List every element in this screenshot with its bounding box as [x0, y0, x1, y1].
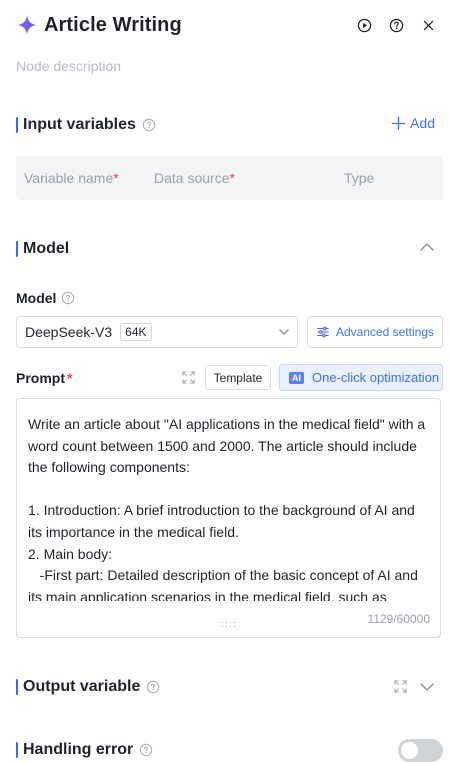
chevron-down-icon	[279, 328, 289, 336]
section-accent-bar	[16, 241, 18, 257]
section-accent-bar	[16, 742, 18, 758]
chevron-up-icon[interactable]	[419, 241, 435, 253]
prompt-text[interactable]: Write an article about "AI applications …	[28, 414, 428, 601]
close-icon[interactable]	[419, 16, 437, 34]
chevron-down-icon[interactable]	[419, 681, 435, 693]
context-length-badge: 64K	[120, 323, 152, 341]
output-variable-actions	[394, 680, 435, 693]
plus-icon	[391, 116, 406, 131]
column-type: Type	[344, 170, 375, 186]
input-variables-section-title: Input variables	[16, 116, 156, 134]
add-variable-button[interactable]: Add	[391, 115, 435, 131]
add-variable-label: Add	[410, 115, 435, 131]
advanced-settings-button[interactable]: Advanced settings	[307, 316, 443, 348]
section-accent-bar	[16, 679, 18, 695]
selected-model-name: DeepSeek-V3	[25, 324, 113, 340]
header-actions	[355, 16, 437, 34]
ai-icon: AI	[289, 371, 304, 384]
help-icon[interactable]	[387, 16, 405, 34]
help-circle-icon[interactable]	[61, 291, 75, 305]
node-description-input[interactable]: Node description	[16, 58, 121, 74]
resize-handle-icon[interactable]: ···· ····	[221, 618, 237, 631]
input-variables-title: Input variables	[23, 116, 136, 133]
handling-error-title: Handling error	[23, 741, 134, 758]
node-title[interactable]: Article Writing	[44, 14, 182, 37]
handling-error-section-title: Handling error	[16, 741, 153, 759]
column-variable-name: Variable name*	[24, 170, 119, 186]
variables-table-header: Variable name* Data source* Type	[16, 156, 443, 200]
model-field-label: Model	[16, 290, 75, 306]
help-circle-icon[interactable]	[142, 118, 156, 132]
template-button[interactable]: Template	[205, 365, 271, 390]
prompt-field-label: Prompt *	[16, 370, 73, 386]
output-variable-section-title: Output variable	[16, 678, 160, 696]
expand-icon[interactable]	[394, 680, 407, 693]
advanced-settings-label: Advanced settings	[335, 325, 435, 339]
one-click-optimization-button[interactable]: AI One-click optimization	[279, 364, 443, 391]
expand-icon[interactable]	[182, 371, 195, 384]
node-header: Article Writing	[16, 10, 437, 40]
column-data-source: Data source*	[154, 170, 235, 186]
help-circle-icon[interactable]	[139, 743, 153, 757]
run-icon[interactable]	[355, 16, 373, 34]
sparkle-icon	[16, 14, 38, 36]
sliders-icon	[316, 325, 330, 339]
prompt-editor[interactable]: Write an article about "AI applications …	[16, 398, 441, 638]
output-variable-title: Output variable	[23, 678, 141, 695]
toggle-knob	[401, 742, 418, 759]
model-section-label: Model	[23, 240, 70, 257]
model-select[interactable]: DeepSeek-V3 64K	[16, 316, 298, 348]
character-count: 1129/60000	[367, 612, 430, 626]
help-circle-icon[interactable]	[146, 680, 160, 694]
section-accent-bar	[16, 117, 18, 133]
handling-error-toggle[interactable]	[398, 739, 443, 762]
optimization-label: One-click optimization	[312, 370, 440, 385]
model-section-title: Model	[16, 240, 69, 258]
